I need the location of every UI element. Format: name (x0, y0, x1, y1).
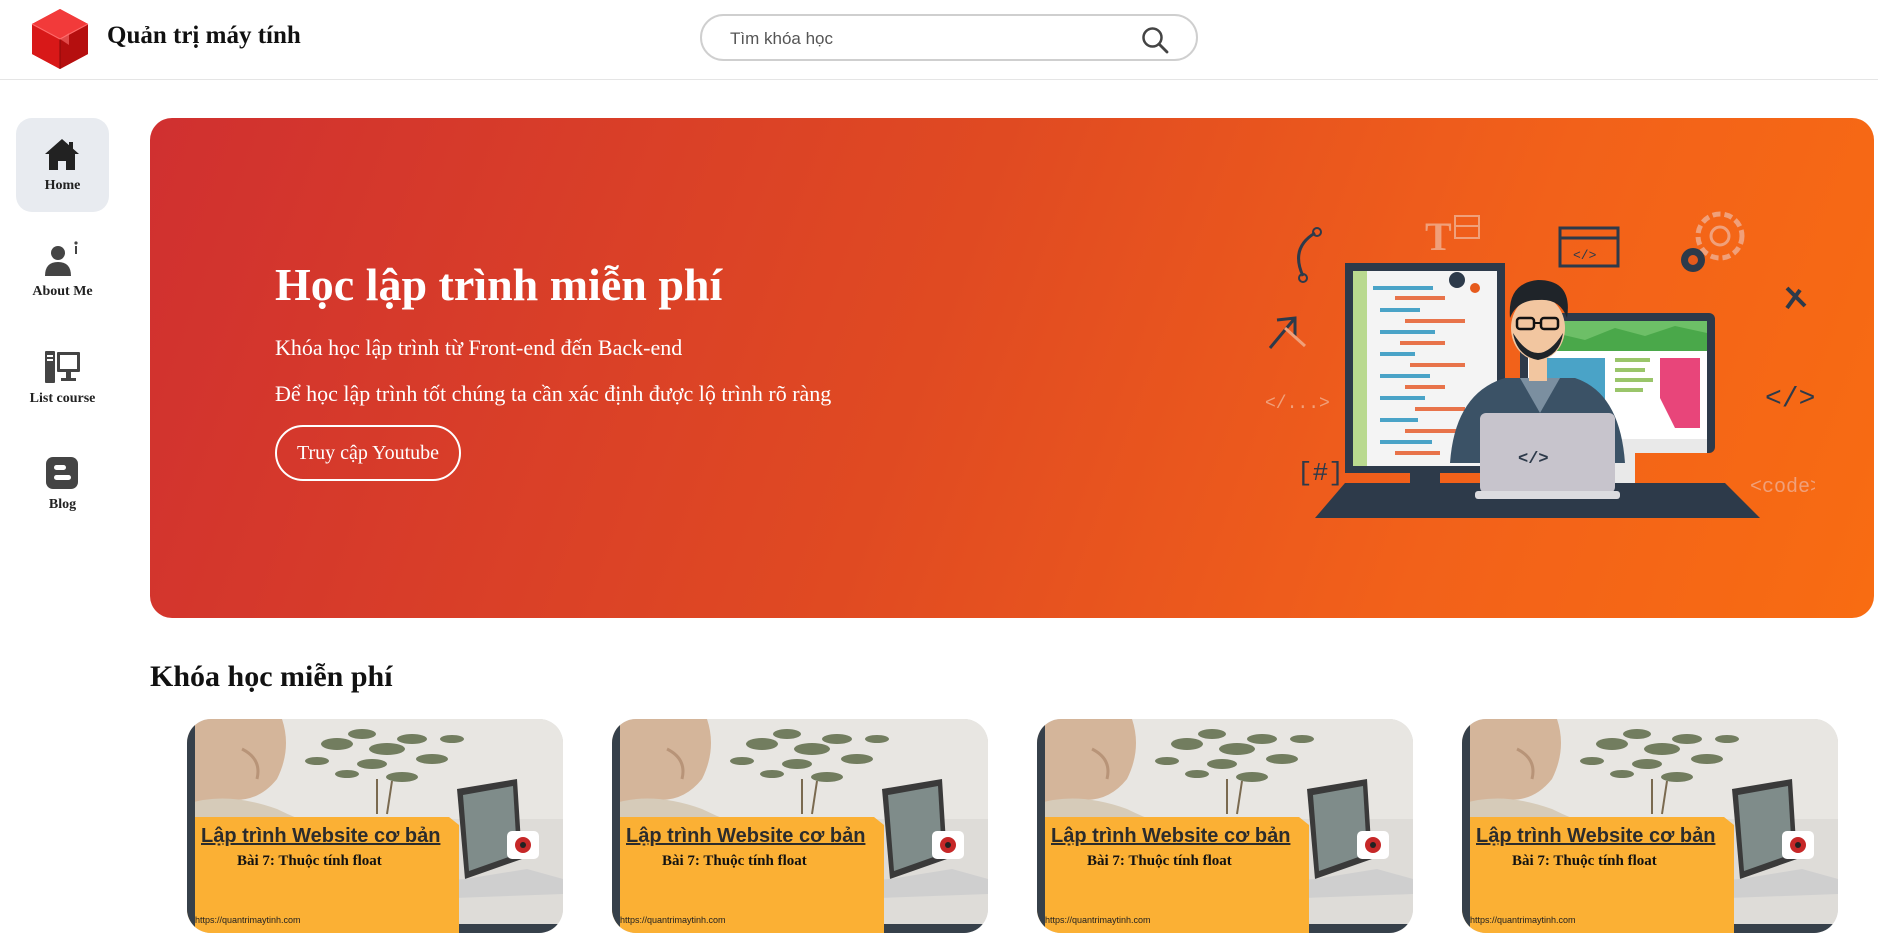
sidebar-item-list-course[interactable]: List course (16, 331, 109, 425)
svg-text:</>: </> (1573, 248, 1597, 263)
site-brand-title[interactable]: Quản trị máy tính (107, 22, 301, 50)
course-lesson-subtitle: Bài 7: Thuộc tính float (1512, 853, 1657, 869)
code-tag-label: </...> (1265, 394, 1330, 414)
course-source-url: https://quantrimaytinh.com (195, 915, 301, 925)
sidebar-item-blog[interactable]: Blog (16, 437, 109, 531)
course-card[interactable]: Lập trình Website cơ bản Bài 7: Thuộc tí… (1462, 719, 1838, 933)
course-card[interactable]: Lập trình Website cơ bản Bài 7: Thuộc tí… (187, 719, 563, 933)
search-icon (1142, 27, 1169, 54)
course-title[interactable]: Lập trình Website cơ bản (1476, 825, 1715, 848)
banner-subtitle-2: Để học lập trình tốt chúng ta cần xác đị… (275, 381, 832, 406)
code-word-label: <code> (1750, 476, 1815, 499)
course-lesson-subtitle: Bài 7: Thuộc tính float (1087, 853, 1232, 869)
top-header: Quản trị máy tính (0, 0, 1878, 80)
course-source-url: https://quantrimaytinh.com (1470, 915, 1576, 925)
programmer-illustration: T </> </...> [#] </> <code> </> (1265, 211, 1815, 518)
course-title[interactable]: Lập trình Website cơ bản (626, 825, 865, 848)
course-title[interactable]: Lập trình Website cơ bản (201, 825, 440, 848)
sidebar-item-about-me[interactable]: About Me (16, 224, 109, 318)
sidebar-label-about-me: About Me (32, 284, 93, 299)
section-title-free-courses: Khóa học miễn phí (150, 660, 393, 693)
laptop-code-label: </> (1518, 450, 1549, 469)
banner-subtitle-1: Khóa học lập trình từ Front-end đến Back… (275, 335, 683, 360)
hash-tag-label: [#] (1297, 458, 1344, 488)
home-icon (45, 139, 79, 170)
user-info-icon (45, 241, 78, 276)
course-source-url: https://quantrimaytinh.com (620, 915, 726, 925)
left-sidebar: Home About Me List course Blog (0, 79, 124, 933)
course-source-url: https://quantrimaytinh.com (1045, 915, 1151, 925)
search-bar (700, 14, 1198, 61)
youtube-button[interactable]: Truy cập Youtube (275, 425, 462, 481)
logo-cube-icon[interactable] (29, 7, 91, 71)
close-tag-label: </> (1765, 384, 1815, 415)
search-input[interactable] (728, 26, 1112, 52)
course-card[interactable]: Lập trình Website cơ bản Bài 7: Thuộc tí… (1037, 719, 1413, 933)
sidebar-item-home[interactable]: Home (16, 118, 109, 212)
blogger-icon (46, 457, 78, 489)
computer-icon (45, 351, 80, 383)
sidebar-label-home: Home (44, 178, 81, 193)
search-button[interactable] (1140, 25, 1170, 55)
sidebar-label-blog: Blog (48, 497, 77, 512)
svg-text:T: T (1425, 214, 1452, 259)
course-card[interactable]: Lập trình Website cơ bản Bài 7: Thuộc tí… (612, 719, 988, 933)
course-lesson-subtitle: Bài 7: Thuộc tính float (662, 853, 807, 869)
banner-title: Học lập trình miễn phí (275, 259, 723, 310)
hero-banner: Học lập trình miễn phí Khóa học lập trìn… (150, 118, 1874, 618)
course-title[interactable]: Lập trình Website cơ bản (1051, 825, 1290, 848)
sidebar-label-list-course: List course (29, 391, 96, 406)
course-lesson-subtitle: Bài 7: Thuộc tính float (237, 853, 382, 869)
